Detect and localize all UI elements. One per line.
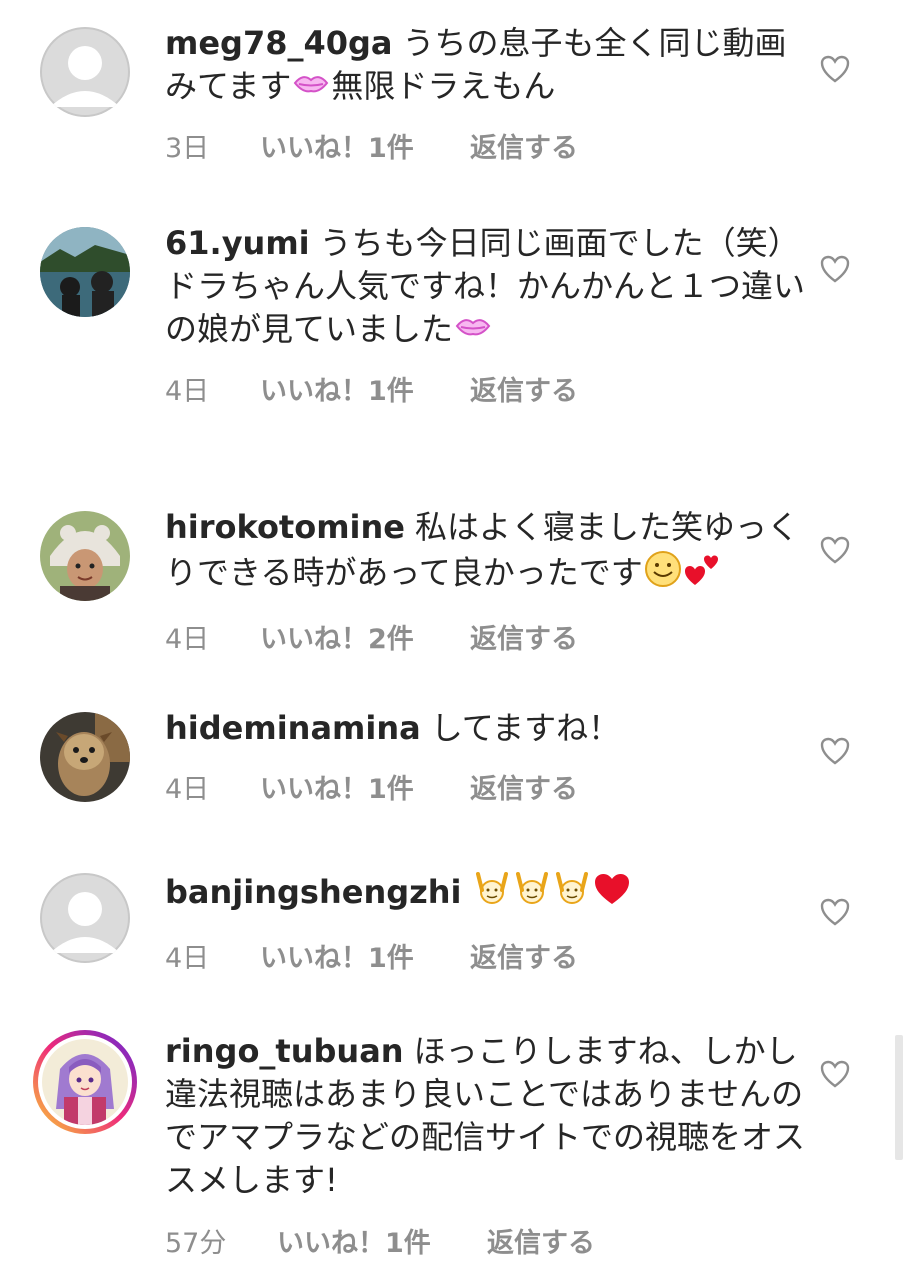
- likes-count-button[interactable]: いいね！1件: [277, 1221, 487, 1260]
- heart-outline-icon[interactable]: [820, 255, 850, 283]
- comment-time: 4日: [165, 942, 210, 974]
- red-heart-emoji: [592, 868, 632, 919]
- likes-count-button[interactable]: いいね！1件: [260, 369, 470, 408]
- reply-button[interactable]: 返信する: [470, 767, 578, 806]
- comment-username[interactable]: hirokotomine: [165, 508, 405, 546]
- comment-time: 4日: [165, 623, 210, 655]
- comment-username[interactable]: ringo_tubuan: [165, 1032, 404, 1070]
- comment-username[interactable]: hideminamina: [165, 709, 421, 747]
- likes-count-button[interactable]: いいね！2件: [260, 617, 470, 656]
- heart-outline-icon[interactable]: [820, 536, 850, 564]
- raising-hands-emoji: [552, 868, 592, 919]
- two-hearts-emoji: [683, 549, 723, 600]
- likes-count-button[interactable]: いいね！1件: [260, 767, 470, 806]
- avatar: [42, 1039, 128, 1125]
- avatar[interactable]: [40, 712, 130, 802]
- comment-time: 4日: [165, 376, 210, 407]
- raising-hands-emoji: [472, 868, 512, 919]
- raising-hands-emoji: [512, 868, 552, 919]
- comment-text: うちも今日同じ画面でした（笑）: [319, 224, 800, 262]
- avatar[interactable]: [40, 511, 130, 601]
- kissing-lips-emoji: [291, 67, 331, 110]
- comment-time: 57分: [165, 1227, 227, 1259]
- comment-username[interactable]: meg78_40ga: [165, 24, 393, 62]
- heart-outline-icon[interactable]: [820, 1060, 850, 1088]
- comment-time: 3日: [165, 133, 210, 164]
- reply-button[interactable]: 返信する: [470, 126, 578, 165]
- likes-count-button[interactable]: いいね！1件: [260, 936, 470, 975]
- reply-button[interactable]: 返信する: [470, 369, 578, 408]
- reply-button[interactable]: 返信する: [487, 1221, 595, 1260]
- comment-username[interactable]: banjingshengzhi: [165, 873, 462, 911]
- avatar[interactable]: [40, 227, 130, 317]
- likes-count-button[interactable]: いいね！1件: [260, 126, 470, 165]
- comment-text-continued: 無限ドラえもん: [331, 67, 556, 105]
- heart-outline-icon[interactable]: [820, 737, 850, 765]
- scrollbar[interactable]: [895, 1035, 903, 1160]
- heart-outline-icon[interactable]: [820, 55, 850, 83]
- comment-text: してますね！: [430, 709, 621, 747]
- avatar[interactable]: [40, 27, 130, 117]
- avatar-story-ring[interactable]: [33, 1030, 137, 1134]
- reply-button[interactable]: 返信する: [470, 617, 578, 656]
- smiling-face-emoji: [643, 549, 683, 600]
- comment-time: 4日: [165, 773, 210, 805]
- heart-outline-icon[interactable]: [820, 898, 850, 926]
- reply-button[interactable]: 返信する: [470, 936, 578, 975]
- kissing-lips-emoji: [453, 310, 493, 353]
- comment-username[interactable]: 61.yumi: [165, 224, 310, 262]
- avatar[interactable]: [40, 873, 130, 963]
